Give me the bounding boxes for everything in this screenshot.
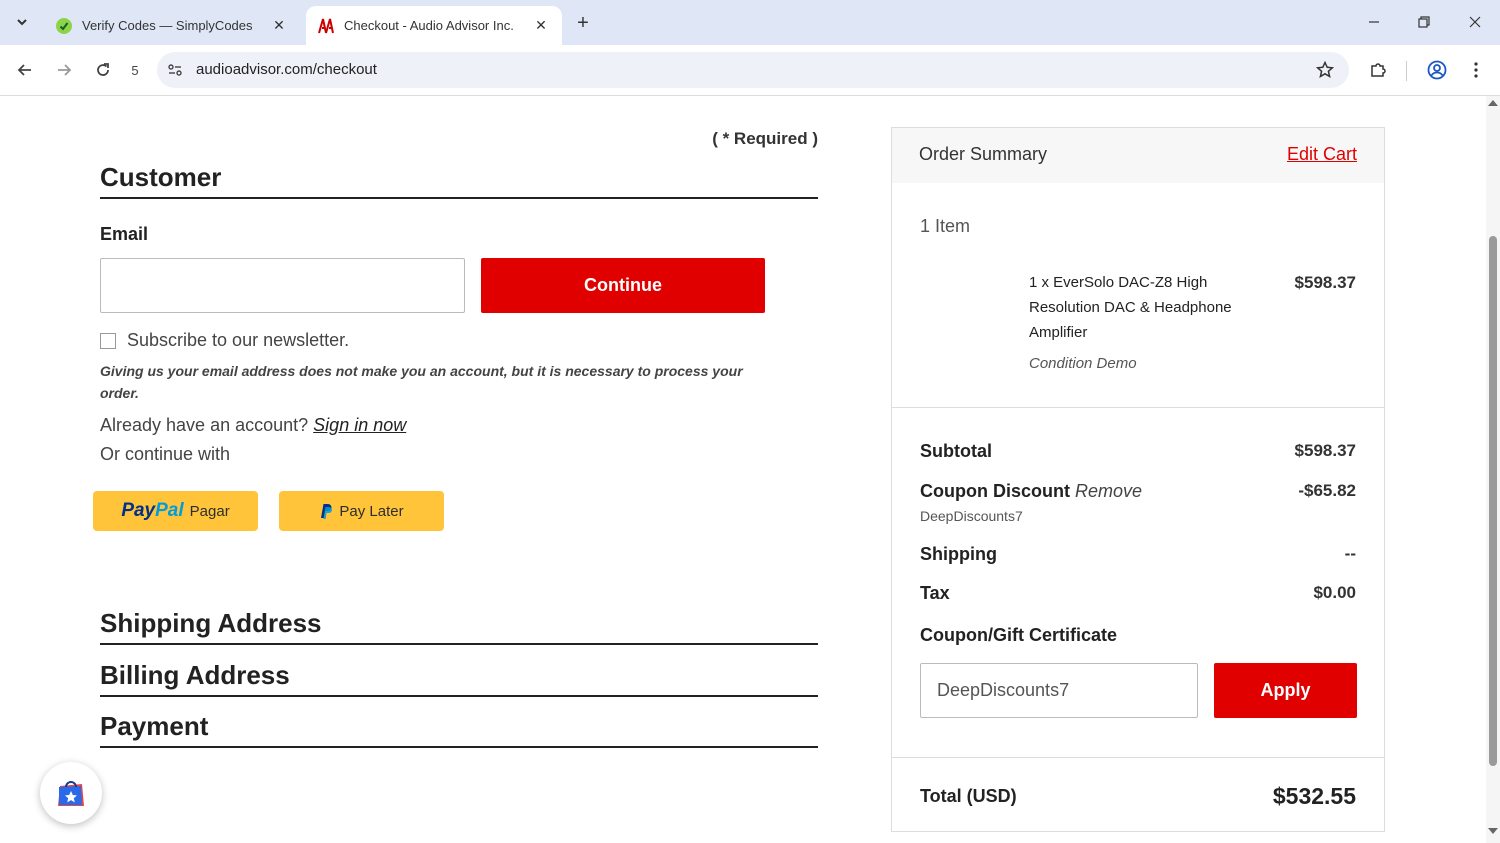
tab-search-button[interactable]	[8, 8, 36, 36]
close-tab-icon[interactable]: ✕	[270, 17, 288, 35]
page-scrollbar[interactable]	[1486, 96, 1500, 843]
summary-divider	[892, 757, 1384, 758]
subtotal-row: Subtotal $598.37	[920, 441, 1356, 462]
gift-certificate-label: Coupon/Gift Certificate	[920, 625, 1117, 645]
billing-address-heading[interactable]: Billing Address	[100, 660, 818, 697]
subtotal-label: Subtotal	[920, 441, 992, 461]
email-field[interactable]	[100, 258, 465, 313]
restore-icon	[1418, 16, 1430, 28]
minimize-button[interactable]	[1360, 8, 1388, 36]
paypal-button[interactable]: PayPal Pagar	[93, 491, 258, 531]
browser-menu-button[interactable]	[1462, 56, 1490, 84]
forward-button[interactable]	[50, 56, 78, 84]
apply-coupon-button[interactable]: Apply	[1214, 663, 1357, 718]
shopping-bag-icon	[58, 781, 84, 806]
paypal-label: Pagar	[189, 502, 230, 520]
site-settings-icon[interactable]	[165, 60, 185, 80]
newsletter-option[interactable]: Subscribe to our newsletter.	[100, 330, 349, 351]
item-name: 1 x EverSolo DAC-Z8 High Resolution DAC …	[1029, 274, 1232, 341]
subtotal-value: $598.37	[1294, 441, 1356, 460]
close-tab-icon[interactable]: ✕	[532, 17, 550, 35]
checkout-page: ( * Required ) Customer Email Continue S…	[0, 96, 1486, 843]
order-summary: Order Summary Edit Cart 1 Item 1 x EverS…	[891, 127, 1385, 832]
bookmark-star-icon[interactable]	[1315, 60, 1335, 80]
scroll-up-icon[interactable]	[1488, 100, 1498, 106]
item-count: 1 Item	[920, 216, 971, 236]
sign-in-link[interactable]: Sign in now	[313, 415, 406, 435]
paylater-button[interactable]: Pay Later	[279, 491, 444, 531]
url-text: audioadvisor.com/checkout	[196, 61, 377, 78]
tab-audio-advisor[interactable]: Checkout - Audio Advisor Inc. ✕	[306, 6, 562, 45]
coupon-discount-value: -$65.82	[1298, 481, 1356, 500]
payment-heading[interactable]: Payment	[100, 711, 818, 748]
puzzle-icon	[1371, 63, 1386, 77]
continue-button[interactable]: Continue	[481, 258, 765, 313]
item-condition: Condition Demo	[1029, 355, 1137, 372]
shipping-label: Shipping	[920, 544, 997, 564]
total-value: $532.55	[1272, 783, 1356, 809]
tab-title: Checkout - Audio Advisor Inc.	[344, 18, 514, 33]
tax-value: $0.00	[1313, 583, 1356, 602]
customer-heading: Customer	[100, 162, 818, 199]
email-disclaimer: Giving us your email address does not ma…	[100, 363, 743, 401]
close-icon	[1469, 16, 1481, 28]
scrollbar-thumb[interactable]	[1489, 236, 1497, 766]
restore-button[interactable]	[1410, 8, 1438, 36]
reload-button[interactable]	[89, 56, 117, 84]
tab-simplycodes[interactable]: Verify Codes — SimplyCodes ✕	[44, 6, 300, 45]
kebab-menu-icon	[1474, 62, 1478, 78]
shipping-value: --	[1344, 544, 1356, 563]
order-summary-title: Order Summary	[919, 144, 1048, 164]
continue-with-text: Or continue with	[100, 444, 231, 464]
remove-coupon-link[interactable]: Remove	[1075, 481, 1142, 501]
shopping-extension-button[interactable]	[40, 762, 102, 824]
new-tab-button[interactable]: +	[570, 10, 596, 36]
paylater-label: Pay Later	[339, 502, 404, 520]
simplycodes-favicon-icon	[56, 17, 72, 34]
total-label: Total (USD)	[920, 786, 1017, 806]
newsletter-checkbox[interactable]	[100, 332, 116, 349]
tax-row: Tax $0.00	[920, 583, 1356, 604]
required-note: ( * Required )	[712, 129, 818, 148]
account-prompt-text: Already have an account?	[100, 415, 309, 435]
reload-icon	[97, 63, 109, 76]
close-window-button[interactable]	[1461, 8, 1489, 36]
newsletter-label: Subscribe to our newsletter.	[127, 330, 350, 350]
arrow-left-icon	[17, 64, 31, 76]
tab-strip: Verify Codes — SimplyCodes ✕ Checkout - …	[0, 0, 1500, 45]
arrow-right-icon	[58, 64, 72, 76]
history-count-badge[interactable]: 5	[121, 56, 149, 84]
minimize-icon	[1369, 21, 1379, 23]
total-row: Total (USD) $532.55	[920, 783, 1356, 810]
address-bar[interactable]: audioadvisor.com/checkout	[157, 52, 1349, 88]
profile-button[interactable]	[1423, 56, 1451, 84]
tax-label: Tax	[920, 583, 950, 603]
edit-cart-link[interactable]: Edit Cart	[1287, 144, 1357, 165]
toolbar-separator	[1406, 61, 1407, 81]
shipping-address-heading[interactable]: Shipping Address	[100, 608, 818, 645]
paypal-p-icon	[321, 504, 333, 519]
profile-icon	[1427, 60, 1447, 80]
back-button[interactable]	[11, 56, 39, 84]
order-summary-header: Order Summary Edit Cart	[892, 128, 1384, 183]
browser-toolbar: 5 audioadvisor.com/checkout	[0, 45, 1500, 96]
audio-advisor-favicon-icon	[318, 18, 334, 34]
shipping-row: Shipping --	[920, 544, 1356, 565]
summary-divider	[892, 407, 1384, 408]
scroll-down-icon[interactable]	[1488, 828, 1498, 834]
paypal-logo: PayPal	[121, 500, 184, 521]
email-label: Email	[100, 224, 149, 244]
chevron-down-icon	[17, 19, 27, 26]
tab-title: Verify Codes — SimplyCodes	[82, 18, 253, 33]
applied-coupon-code: DeepDiscounts7	[920, 508, 1023, 524]
extensions-button[interactable]	[1364, 56, 1392, 84]
coupon-discount-label: Coupon Discount	[920, 481, 1070, 501]
account-prompt: Already have an account? Sign in now	[100, 415, 406, 436]
coupon-code-input[interactable]	[920, 663, 1198, 718]
coupon-discount-row: Coupon Discount Remove -$65.82	[920, 481, 1356, 502]
item-price: $598.37	[1294, 273, 1356, 292]
